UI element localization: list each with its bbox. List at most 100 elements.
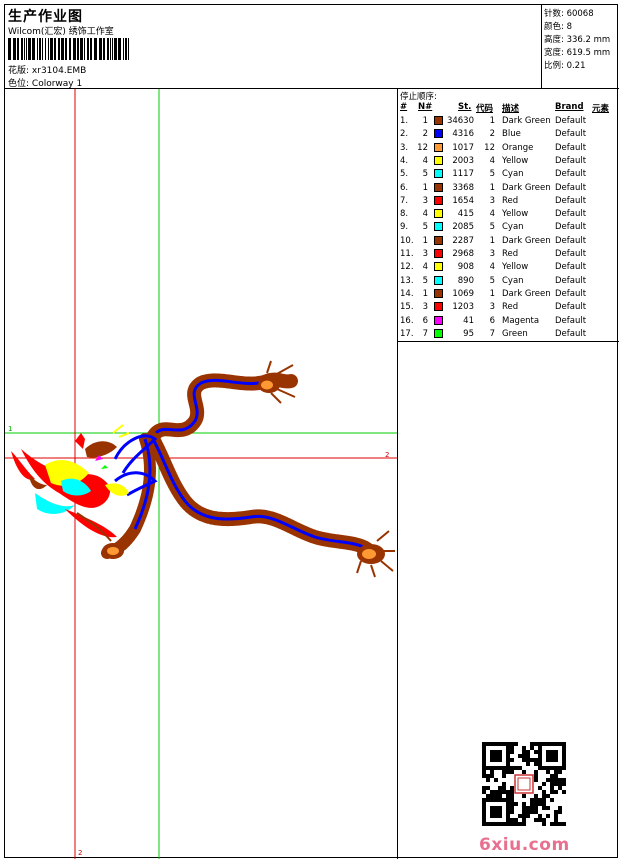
row-needle: 5 bbox=[422, 222, 428, 233]
row-code: 4 bbox=[489, 155, 495, 166]
color-swatch bbox=[434, 235, 443, 245]
red-v-guide-label: 2 bbox=[78, 849, 82, 857]
row-stitches: 41 bbox=[463, 315, 474, 326]
col-header-n: N# bbox=[418, 102, 433, 112]
row-needle: 1 bbox=[422, 235, 428, 246]
color-swatch bbox=[434, 182, 443, 192]
table-row: 10. 1 2287 1 Dark Green Default bbox=[398, 235, 619, 248]
row-stitches: 3368 bbox=[452, 182, 474, 193]
row-stitches: 2287 bbox=[452, 235, 474, 246]
row-brand: Default bbox=[555, 302, 587, 313]
table-row: 2. 2 4316 2 Blue Default bbox=[398, 128, 619, 141]
design-value: xr3104.EMB bbox=[31, 66, 87, 76]
row-index: 12. bbox=[400, 262, 414, 273]
row-index: 14. bbox=[400, 288, 414, 299]
red-h-guide-label: 2 bbox=[385, 451, 389, 459]
row-needle: 4 bbox=[422, 155, 428, 166]
stats-panel: 针数: 60068 颜色: 8 高度: 336.2 mm 宽度: 619.5 m… bbox=[542, 5, 619, 89]
row-description: Yellow bbox=[502, 209, 529, 220]
row-description: Cyan bbox=[502, 275, 524, 286]
company-name: Wilcom(汇宏) 绣饰工作室 bbox=[8, 27, 114, 37]
barcode bbox=[8, 38, 129, 60]
row-needle: 7 bbox=[422, 328, 428, 339]
row-description: Green bbox=[502, 328, 528, 339]
row-code: 7 bbox=[489, 328, 495, 339]
row-stitches: 890 bbox=[457, 275, 474, 286]
row-description: Red bbox=[502, 249, 519, 259]
color-swatch bbox=[434, 195, 443, 205]
row-code: 6 bbox=[489, 315, 495, 326]
row-needle: 4 bbox=[422, 262, 428, 273]
row-needle: 6 bbox=[422, 315, 428, 326]
middle-feather bbox=[101, 433, 156, 559]
table-row: 17. 7 95 7 Green Default bbox=[398, 328, 619, 341]
row-stitches: 1069 bbox=[452, 288, 474, 299]
color-swatch bbox=[434, 275, 443, 285]
row-description: Cyan bbox=[502, 222, 524, 233]
row-brand: Default bbox=[555, 262, 587, 273]
row-index: 6. bbox=[400, 182, 409, 193]
col-header-code: 代码 bbox=[476, 104, 494, 114]
table-row: 1. 1 34630 1 Dark Green Default bbox=[398, 115, 619, 128]
stop-sequence-table: 停止顺序: # N# St. 代码 描述 Brand 元素 1. 1 34630 1 D… bbox=[398, 89, 619, 342]
row-code: 12 bbox=[484, 142, 495, 153]
row-brand: Default bbox=[555, 315, 587, 326]
table-row: 6. 1 3368 1 Dark Green Default bbox=[398, 182, 619, 195]
upper-tail-feather bbox=[146, 360, 298, 444]
row-code: 5 bbox=[489, 169, 495, 180]
row-code: 3 bbox=[489, 302, 495, 313]
qr-code bbox=[482, 742, 566, 826]
row-description: Blue bbox=[502, 129, 521, 140]
color-swatch bbox=[434, 116, 443, 125]
row-needle: 4 bbox=[422, 209, 428, 220]
color-swatch bbox=[434, 262, 443, 272]
design-height: 高度: 336.2 mm bbox=[544, 35, 611, 45]
color-swatch bbox=[434, 222, 443, 232]
row-index: 11. bbox=[400, 249, 414, 259]
row-brand: Default bbox=[555, 195, 587, 206]
row-index: 15. bbox=[400, 302, 414, 313]
table-row: 5. 5 1117 5 Cyan Default bbox=[398, 168, 619, 181]
green-h-guide-label: 1 bbox=[8, 425, 12, 433]
header: 生产作业图 Wilcom(汇宏) 绣饰工作室 花版: xr3104.EMB 色位… bbox=[5, 5, 619, 89]
col-header-desc: 描述 bbox=[502, 104, 520, 114]
row-stitches: 2003 bbox=[452, 155, 474, 166]
row-description: Cyan bbox=[502, 169, 524, 180]
row-code: 1 bbox=[489, 288, 495, 299]
row-index: 7. bbox=[400, 195, 409, 206]
row-description: Dark Green bbox=[502, 288, 551, 299]
row-brand: Default bbox=[555, 209, 587, 220]
row-stitches: 1654 bbox=[452, 195, 474, 206]
row-index: 17. bbox=[400, 328, 414, 339]
row-needle: 12 bbox=[417, 142, 428, 153]
row-brand: Default bbox=[555, 222, 587, 233]
row-code: 1 bbox=[489, 235, 495, 246]
row-brand: Default bbox=[555, 116, 587, 126]
design-field: 花版: xr3104.EMB bbox=[8, 63, 86, 76]
row-needle: 3 bbox=[422, 302, 428, 313]
lower-tail-feather bbox=[146, 432, 395, 578]
col-header-brand: Brand bbox=[555, 102, 584, 112]
row-stitches: 415 bbox=[457, 209, 474, 220]
color-swatch bbox=[434, 328, 443, 338]
table-row: 14. 1 1069 1 Dark Green Default bbox=[398, 288, 619, 301]
header-info: 生产作业图 Wilcom(汇宏) 绣饰工作室 花版: xr3104.EMB 色位… bbox=[5, 5, 542, 89]
table-row: 9. 5 2085 5 Cyan Default bbox=[398, 221, 619, 234]
row-needle: 3 bbox=[422, 195, 428, 206]
row-description: Yellow bbox=[502, 262, 529, 273]
row-index: 9. bbox=[400, 222, 409, 233]
row-stitches: 908 bbox=[457, 262, 474, 273]
row-brand: Default bbox=[555, 328, 587, 339]
row-stitches: 1117 bbox=[452, 169, 474, 180]
row-brand: Default bbox=[555, 142, 587, 153]
row-needle: 2 bbox=[422, 129, 428, 140]
row-index: 16. bbox=[400, 315, 414, 326]
row-code: 3 bbox=[489, 195, 495, 206]
colorway-label: 色位: bbox=[8, 79, 30, 89]
row-code: 2 bbox=[489, 129, 495, 140]
row-index: 5. bbox=[400, 169, 409, 180]
row-needle: 5 bbox=[422, 275, 428, 286]
color-swatch bbox=[434, 315, 443, 325]
row-brand: Default bbox=[555, 129, 587, 140]
row-needle: 1 bbox=[422, 116, 428, 126]
